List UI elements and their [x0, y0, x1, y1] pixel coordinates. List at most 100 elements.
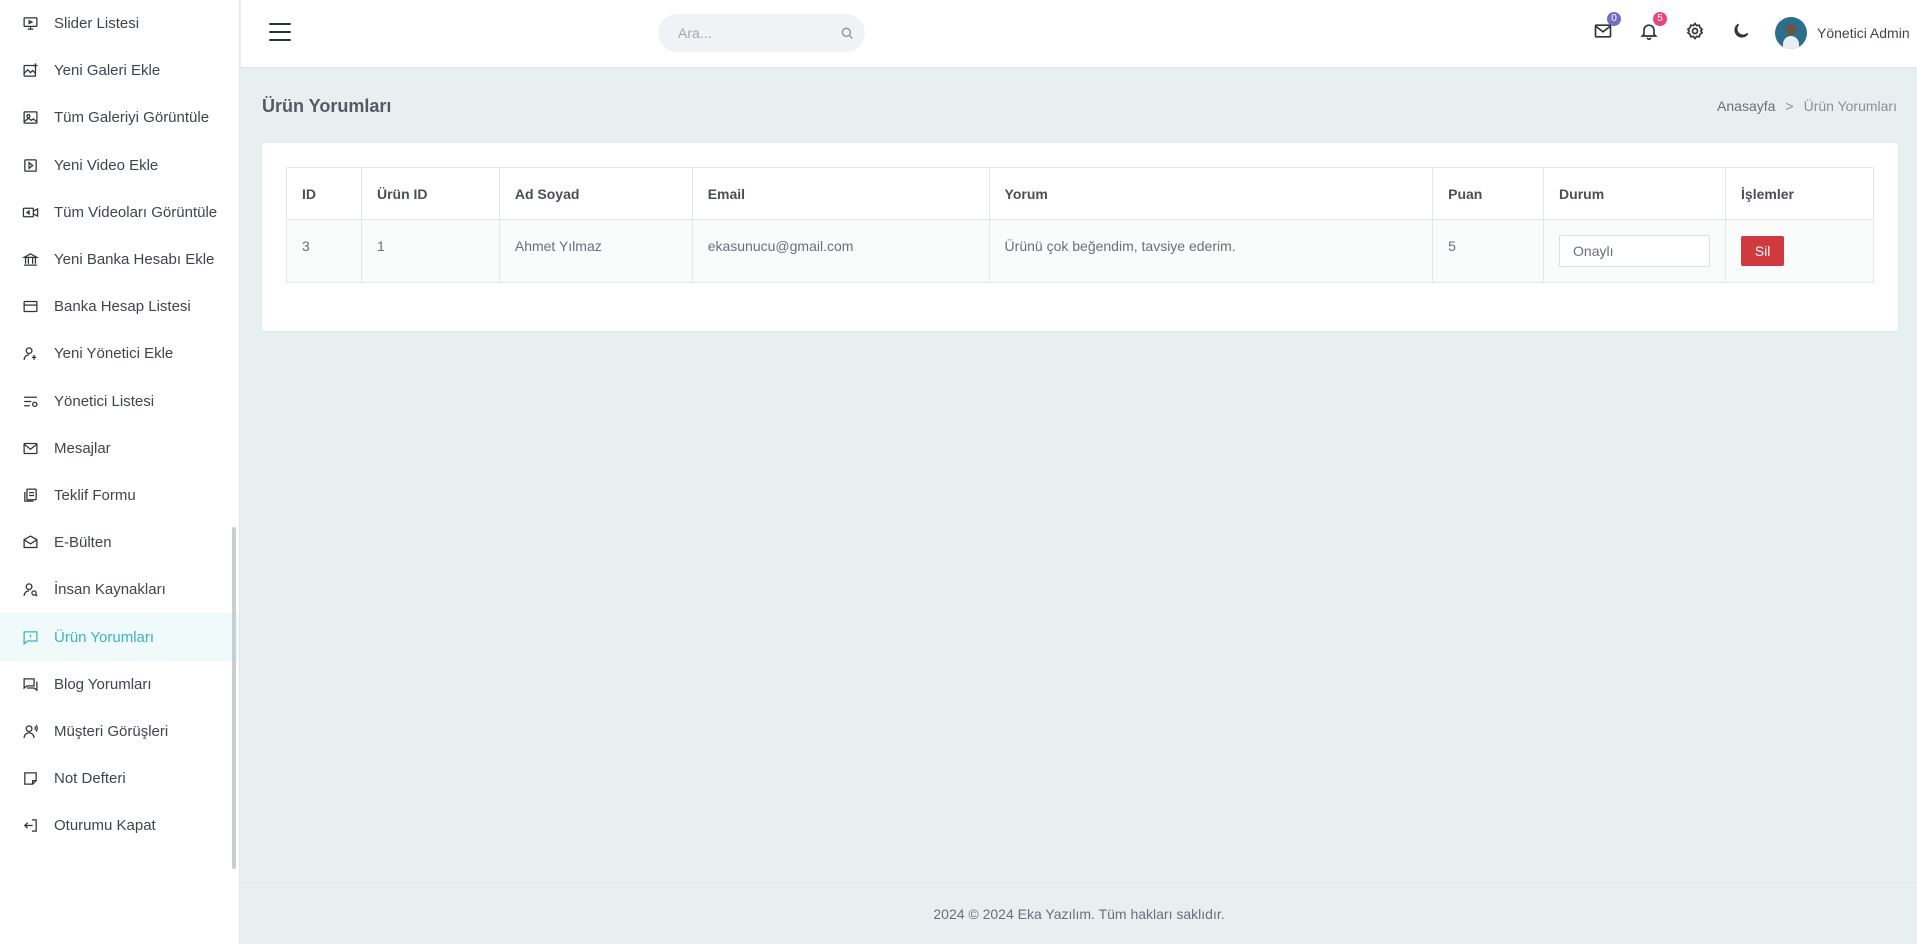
comment-alert-icon: [21, 628, 39, 646]
sidebar-item-label: İnsan Kaynakları: [54, 581, 166, 599]
status-select[interactable]: Onaylı: [1559, 235, 1711, 267]
breadcrumb-home-link[interactable]: Anasayfa: [1717, 98, 1775, 114]
image-icon: [21, 109, 39, 127]
user-add-icon: [21, 345, 39, 363]
sidebar-item-blog-yorumlari[interactable]: Blog Yorumları: [0, 661, 239, 708]
cell-id: 3: [286, 219, 362, 283]
sidebar-item-e-bulten[interactable]: E-Bülten: [0, 519, 239, 566]
sidebar-item-musteri-gorusleri[interactable]: Müşteri Görüşleri: [0, 708, 239, 755]
sidebar-item-label: Tüm Videoları Görüntüle: [54, 203, 218, 221]
sidebar-item-label: E-Bülten: [54, 534, 112, 552]
sidebar-item-label: Yeni Video Ekle: [54, 156, 159, 174]
sidebar-item-mesajlar[interactable]: Mesajlar: [0, 425, 239, 472]
sidebar-item-label: Slider Listesi: [54, 15, 140, 33]
column-header-comment[interactable]: Yorum: [988, 167, 1434, 220]
sidebar-item-label: Not Defteri: [54, 770, 126, 788]
notification-button[interactable]: 5: [1636, 12, 1667, 46]
sidebar-item-tum-videolari-goruntule[interactable]: Tüm Videoları Görüntüle: [0, 189, 239, 236]
video-camera-icon: [21, 203, 39, 221]
user-name: Yönetici Admin: [1817, 25, 1910, 41]
cell-name: Ahmet Yılmaz: [498, 219, 693, 283]
breadcrumb-separator-icon: >: [1785, 98, 1794, 114]
sticky-note-icon: [21, 770, 39, 788]
sidebar-item-label: Blog Yorumları: [54, 675, 152, 693]
sidebar-item-label: Müşteri Görüşleri: [54, 722, 169, 740]
sidebar-item-yeni-yonetici-ekle[interactable]: Yeni Yönetici Ekle: [0, 330, 239, 377]
cell-actions: Sil: [1725, 219, 1874, 283]
table-header-row: ID Ürün ID Ad Soyad Email Yorum Puan Dur…: [286, 167, 1874, 220]
mail-icon: [21, 439, 39, 457]
avatar: [1775, 17, 1807, 49]
user-menu[interactable]: Yönetici Admin: [1775, 16, 1910, 50]
gallery-add-icon: [21, 62, 39, 80]
sidebar-item-label: Yeni Galeri Ekle: [54, 62, 161, 80]
column-header-email[interactable]: Email: [691, 167, 990, 220]
video-play-icon: [21, 156, 39, 174]
dark-mode-toggle[interactable]: [1728, 20, 1754, 46]
user-voice-icon: [21, 722, 39, 740]
search-icon[interactable]: [839, 25, 855, 41]
cell-comment: Ürünü çok beğendim, tavsiye ederim.: [988, 219, 1434, 283]
sidebar-item-label: Teklif Formu: [54, 486, 136, 504]
user-list-icon: [21, 392, 39, 410]
column-header-product-id[interactable]: Ürün ID: [360, 167, 500, 220]
sidebar-item-insan-kaynaklari[interactable]: İnsan Kaynakları: [0, 566, 239, 613]
settings-button[interactable]: [1682, 20, 1708, 46]
menu-toggle-icon[interactable]: [269, 23, 291, 43]
sidebar-item-not-defteri[interactable]: Not Defteri: [0, 755, 239, 802]
logout-icon: [21, 817, 39, 835]
sidebar-item-label: Banka Hesap Listesi: [54, 298, 191, 316]
breadcrumb-current: Ürün Yorumları: [1803, 98, 1897, 114]
comments-table: ID Ürün ID Ad Soyad Email Yorum Puan Dur…: [286, 167, 1874, 283]
search-box: [658, 14, 865, 52]
sidebar-item-label: Yeni Yönetici Ekle: [54, 345, 174, 363]
column-header-actions: İşlemler: [1725, 167, 1874, 220]
monitor-icon: [21, 15, 39, 33]
sidebar-item-yeni-video-ekle[interactable]: Yeni Video Ekle: [0, 142, 239, 189]
comments-icon: [21, 675, 39, 693]
sidebar-menu: Slider Listesi Yeni Galeri Ekle Tüm Gale…: [0, 0, 239, 849]
sidebar-item-label: Yeni Banka Hesabı Ekle: [54, 251, 215, 269]
column-header-id[interactable]: ID: [286, 167, 362, 220]
document-copy-icon: [21, 486, 39, 504]
delete-button[interactable]: Sil: [1741, 236, 1785, 266]
cell-score: 5: [1432, 219, 1545, 283]
newsletter-icon: [21, 534, 39, 552]
notification-count-badge: 5: [1653, 12, 1667, 26]
topbar: 0 5 Yönetici Admin: [241, 0, 1917, 68]
mail-button[interactable]: 0: [1590, 12, 1621, 46]
column-header-score[interactable]: Puan: [1432, 167, 1545, 220]
column-header-name[interactable]: Ad Soyad: [498, 167, 693, 220]
sidebar-item-teklif-formu[interactable]: Teklif Formu: [0, 472, 239, 519]
moon-icon: [1731, 21, 1751, 45]
sidebar-item-label: Yönetici Listesi: [54, 392, 155, 410]
sidebar-item-label: Ürün Yorumları: [54, 628, 155, 646]
comments-card: ID Ürün ID Ad Soyad Email Yorum Puan Dur…: [262, 143, 1898, 331]
sidebar-item-yonetici-listesi[interactable]: Yönetici Listesi: [0, 378, 239, 425]
sidebar-item-tum-galeriyi-goruntule[interactable]: Tüm Galeriyi Görüntüle: [0, 94, 239, 141]
sidebar-item-slider-listesi[interactable]: Slider Listesi: [0, 0, 239, 47]
sidebar-item-yeni-galeri-ekle[interactable]: Yeni Galeri Ekle: [0, 47, 239, 94]
sidebar-item-urun-yorumlari[interactable]: Ürün Yorumları: [0, 613, 239, 661]
sidebar-item-label: Mesajlar: [54, 439, 111, 457]
footer: 2024 © 2024 Eka Yazılım. Tüm hakları sak…: [241, 882, 1917, 944]
sidebar-item-label: Oturumu Kapat: [54, 817, 156, 835]
page-title: Ürün Yorumları: [262, 96, 392, 116]
cell-status: Onaylı: [1543, 219, 1727, 283]
sidebar: Slider Listesi Yeni Galeri Ekle Tüm Gale…: [0, 0, 240, 944]
sidebar-item-yeni-banka-hesabi-ekle[interactable]: Yeni Banka Hesabı Ekle: [0, 236, 239, 283]
column-header-status[interactable]: Durum: [1543, 167, 1727, 220]
cell-product-id: 1: [360, 219, 500, 283]
sidebar-scrollbar[interactable]: [232, 527, 236, 869]
sidebar-item-oturumu-kapat[interactable]: Oturumu Kapat: [0, 802, 239, 849]
table-row: 3 1 Ahmet Yılmaz ekasunucu@gmail.com Ürü…: [286, 219, 1874, 283]
credit-card-icon: [21, 298, 39, 316]
footer-copyright: 2024 © 2024 Eka Yazılım. Tüm hakları sak…: [933, 905, 1225, 922]
breadcrumb: Anasayfa > Ürün Yorumları: [1717, 98, 1897, 114]
search-input[interactable]: [658, 14, 818, 52]
sidebar-item-banka-hesap-listesi[interactable]: Banka Hesap Listesi: [0, 283, 239, 330]
user-search-icon: [21, 581, 39, 599]
bank-icon: [21, 251, 39, 269]
gear-icon: [1685, 21, 1705, 45]
cell-email: ekasunucu@gmail.com: [691, 219, 990, 283]
